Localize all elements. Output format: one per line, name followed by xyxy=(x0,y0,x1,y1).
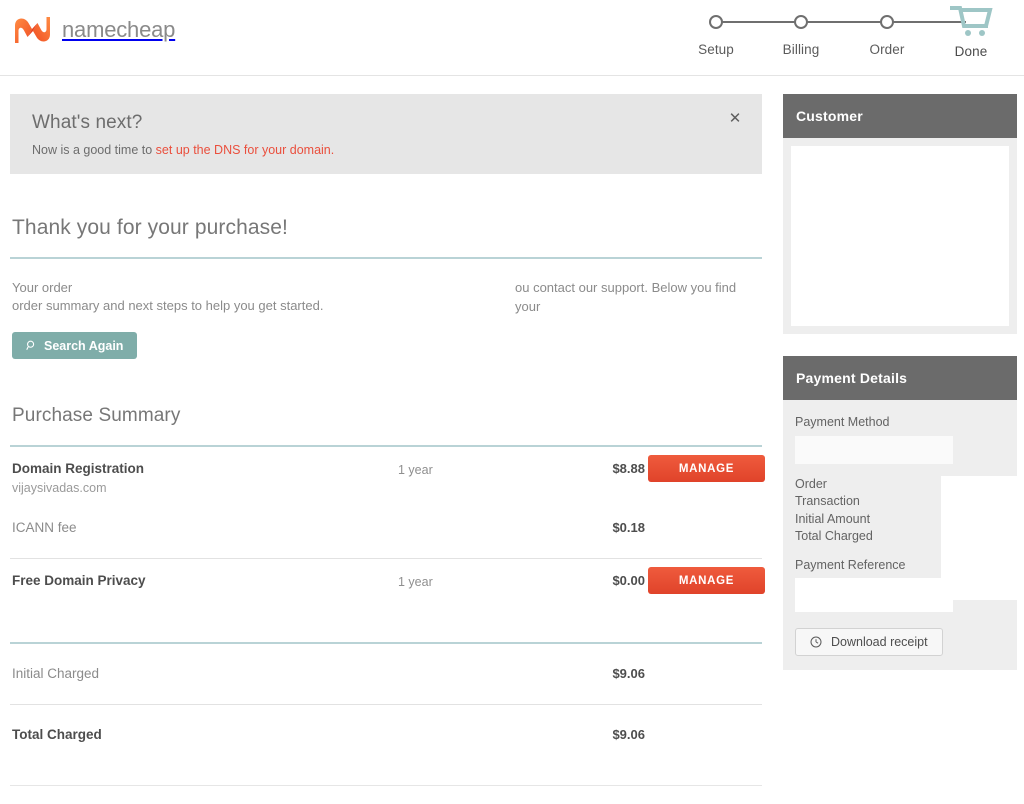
step-dot-icon xyxy=(709,15,723,29)
whats-next-text-prefix: Now is a good time to xyxy=(32,143,156,157)
site-header: namecheap Setup Billing Order Done xyxy=(0,0,1024,76)
download-receipt-label: Download receipt xyxy=(831,635,928,649)
item-term: 1 year xyxy=(398,463,433,477)
customer-panel: Customer xyxy=(783,94,1017,334)
summary-row-free-domain-privacy: Free Domain Privacy 1 year $0.00 MANAGE xyxy=(10,559,765,624)
total-label: Total Charged xyxy=(12,727,102,742)
summary-row-initial-charged: Initial Charged $9.06 xyxy=(10,644,762,704)
customer-panel-title: Customer xyxy=(783,94,1017,138)
intro-text-end: order summary and next steps to help you… xyxy=(12,298,324,313)
customer-panel-body xyxy=(783,138,1017,334)
customer-details-masked xyxy=(791,146,1009,326)
payment-method-label: Payment Method xyxy=(795,415,890,429)
total-value: $9.06 xyxy=(612,727,645,742)
page-footer-divider xyxy=(10,785,762,786)
download-receipt-button[interactable]: Download receipt xyxy=(795,628,943,656)
search-again-label: Search Again xyxy=(44,338,124,353)
item-action: MANAGE xyxy=(648,567,765,594)
payment-values-masked xyxy=(941,475,1017,600)
payment-details-panel: Payment Details Payment Method Order Tra… xyxy=(783,356,1017,670)
whats-next-text: Now is a good time to set up the DNS for… xyxy=(32,143,742,157)
total-label: Initial Charged xyxy=(12,666,100,681)
fee-label: ICANN fee xyxy=(12,520,77,535)
sidebar-column: Customer Payment Details Payment Method … xyxy=(783,94,1017,692)
payment-details-body: Payment Method Order Transaction Initial… xyxy=(783,400,1017,670)
item-name: Domain Registration xyxy=(12,461,145,476)
close-icon[interactable]: ✕ xyxy=(724,108,746,130)
summary-row-icann-fee: ICANN fee $0.18 xyxy=(10,512,762,558)
item-action: MANAGE xyxy=(648,455,765,482)
summary-row-domain-registration: Domain Registration vijaysivadas.com 1 y… xyxy=(10,447,765,512)
total-value: $9.06 xyxy=(612,666,645,681)
payment-method-value-masked xyxy=(795,435,953,464)
step-dot-icon xyxy=(794,15,808,29)
title-divider xyxy=(10,257,762,259)
brand-logo-link[interactable]: namecheap xyxy=(13,14,175,46)
whats-next-banner: What's next? Now is a good time to set u… xyxy=(10,94,762,174)
step-label: Done xyxy=(954,44,988,59)
item-name: Free Domain Privacy xyxy=(12,573,146,588)
intro-text-start: Your order xyxy=(12,280,73,295)
step-label: Setup xyxy=(698,42,734,57)
step-billing[interactable]: Billing xyxy=(764,12,838,57)
step-order[interactable]: Order xyxy=(850,12,924,57)
manage-button[interactable]: MANAGE xyxy=(648,567,765,594)
search-icon xyxy=(26,340,35,350)
payment-fields-list: Order Transaction Initial Amount Total C… xyxy=(795,475,1017,600)
item-term: 1 year xyxy=(398,575,433,589)
step-setup[interactable]: Setup xyxy=(679,12,753,57)
summary-row-total-charged: Total Charged $9.06 xyxy=(10,705,762,765)
setup-dns-link[interactable]: set up the DNS for your domain. xyxy=(156,143,335,157)
whats-next-title: What's next? xyxy=(32,112,143,133)
item-domain: vijaysivadas.com xyxy=(12,481,107,495)
item-price: $8.88 xyxy=(612,461,645,476)
shopping-cart-icon xyxy=(950,6,993,36)
intro-text-middle: ou contact our support. Below you find y… xyxy=(515,280,737,314)
namecheap-logo-icon xyxy=(15,17,50,43)
item-price: $0.00 xyxy=(612,573,645,588)
main-column: What's next? Now is a good time to set u… xyxy=(10,94,765,786)
fee-price: $0.18 xyxy=(612,520,645,535)
payment-details-title: Payment Details xyxy=(783,356,1017,400)
step-label: Order xyxy=(869,42,905,57)
page-body: What's next? Now is a good time to set u… xyxy=(0,76,1024,804)
search-again-button[interactable]: Search Again xyxy=(12,332,138,359)
intro-paragraph: Your order ou contact our support. Below… xyxy=(12,278,762,316)
step-done[interactable]: Done xyxy=(934,6,1008,59)
page-title: Thank you for your purchase! xyxy=(12,216,288,239)
purchase-summary-title: Purchase Summary xyxy=(12,405,181,426)
brand-name: namecheap xyxy=(62,17,176,42)
checkout-stepper: Setup Billing Order Done xyxy=(698,6,1010,68)
step-label: Billing xyxy=(782,42,820,57)
step-dot-icon xyxy=(880,15,894,29)
payment-reference-value-masked xyxy=(795,578,953,612)
clock-download-icon xyxy=(810,636,822,648)
manage-button[interactable]: MANAGE xyxy=(648,455,765,482)
